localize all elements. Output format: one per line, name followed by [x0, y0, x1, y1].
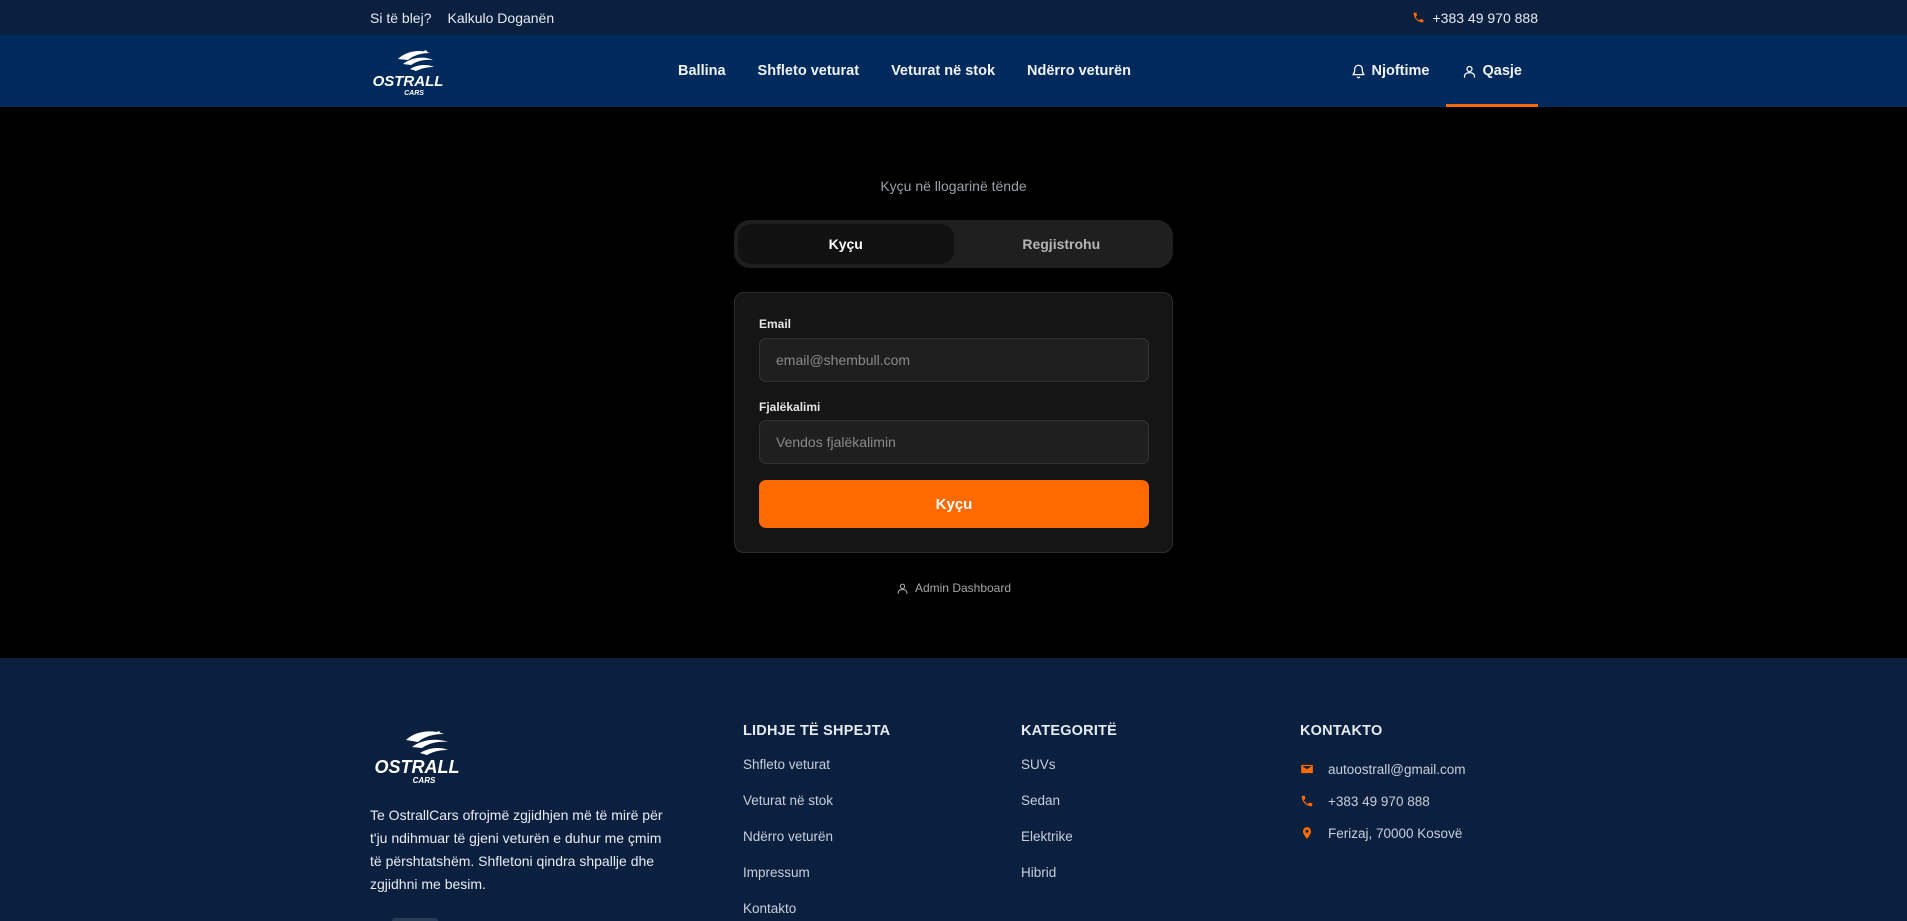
quick-links-title: LIDHJE TË SHPEJTA [743, 723, 891, 739]
login-form: Email Fjalëkalimi Kyçu [734, 292, 1173, 553]
footer-link-browse[interactable]: Shfleto veturat [743, 753, 890, 789]
topbar-phone[interactable]: +383 49 970 888 [1412, 9, 1539, 26]
logo-subtitle: CARS [404, 90, 424, 97]
footer-link-contact[interactable]: Kontakto [743, 897, 890, 921]
login-section: Kyçu në llogarinë tënde Kyçu Regjistrohu… [0, 107, 1907, 658]
tab-login[interactable]: Kyçu [738, 224, 954, 264]
email-field[interactable] [759, 338, 1149, 382]
nav-trade-in[interactable]: Ndërro veturën [1027, 63, 1131, 79]
contact-address: Ferizaj, 70000 Kosovë [1300, 817, 1466, 849]
phone-icon [1413, 12, 1423, 23]
nav-home[interactable]: Ballina [678, 63, 726, 79]
auth-tabs: Kyçu Regjistrohu [734, 220, 1173, 268]
contact-email[interactable]: autoostrall@gmail.com [1300, 753, 1466, 785]
contact-title: KONTAKTO [1300, 723, 1383, 739]
footer-logo[interactable]: OSTRALL CARS [370, 724, 464, 786]
footer: OSTRALL CARS Te OstrallCars ofrojmë zgji… [0, 658, 1907, 921]
tab-register[interactable]: Regjistrohu [954, 224, 1170, 264]
contact-column: KONTAKTO autoostrall@gmail.com +383 49 9… [1300, 723, 1466, 849]
quick-links-column: LIDHJE TË SHPEJTA Shfleto veturat Vetura… [743, 723, 890, 921]
mail-icon [1301, 764, 1313, 774]
footer-link-trade-in[interactable]: Ndërro veturën [743, 825, 890, 861]
access-label: Qasje [1482, 63, 1523, 79]
access-button[interactable]: Qasje [1445, 35, 1539, 107]
phone-icon [1301, 795, 1313, 807]
category-electric[interactable]: Elektrike [1021, 825, 1117, 861]
user-icon [897, 583, 908, 594]
ostrall-cars-logo[interactable]: OSTRALL CARS [370, 45, 446, 97]
nav-cars-in-stock[interactable]: Veturat në stok [891, 63, 995, 79]
categories-column: KATEGORITË SUVs Sedan Elektrike Hibrid [1021, 723, 1117, 897]
contact-email-text: autoostrall@gmail.com [1328, 761, 1466, 777]
customs-calculator-link[interactable]: Kalkulo Doganën [447, 10, 554, 26]
nav-browse-cars[interactable]: Shfleto veturat [758, 63, 860, 79]
notifications-label: Njoftime [1371, 63, 1430, 79]
contact-phone-text: +383 49 970 888 [1328, 793, 1430, 809]
contact-phone[interactable]: +383 49 970 888 [1300, 785, 1466, 817]
footer-link-stock[interactable]: Veturat në stok [743, 789, 890, 825]
category-hybrid[interactable]: Hibrid [1021, 861, 1117, 897]
login-button[interactable]: Kyçu [759, 480, 1149, 528]
footer-about-text: Te OstrallCars ofrojmë zgjidhjen më të m… [370, 807, 663, 892]
email-label: Email [759, 317, 792, 331]
password-field[interactable] [759, 420, 1149, 464]
login-subtitle: Kyçu në llogarinë tënde [880, 178, 1027, 194]
bell-icon [1351, 64, 1365, 78]
contact-address-text: Ferizaj, 70000 Kosovë [1328, 825, 1463, 841]
logo-wordmark: OSTRALL [373, 73, 444, 90]
footer-logo-subtitle: CARS [413, 776, 436, 785]
user-icon [1463, 65, 1475, 78]
categories-title: KATEGORITË [1021, 723, 1117, 739]
footer-link-impressum[interactable]: Impressum [743, 861, 890, 897]
how-to-buy-link[interactable]: Si të blej? [370, 10, 431, 26]
password-label: Fjalëkalimi [759, 400, 821, 414]
topbar-phone-number: +383 49 970 888 [1432, 9, 1539, 26]
admin-dashboard-label: Admin Dashboard [914, 581, 1012, 595]
location-pin-icon [1302, 827, 1312, 839]
top-bar: Si të blej? Kalkulo Doganën +383 49 970 … [0, 0, 1907, 35]
category-suvs[interactable]: SUVs [1021, 753, 1117, 789]
footer-logo-wordmark: OSTRALL [375, 757, 460, 777]
category-sedan[interactable]: Sedan [1021, 789, 1117, 825]
main-navigation: OSTRALL CARS Ballina Shfleto veturat Vet… [0, 35, 1907, 107]
notifications-button[interactable]: Njoftime [1335, 35, 1446, 107]
admin-dashboard-link[interactable]: Admin Dashboard [0, 581, 1907, 595]
